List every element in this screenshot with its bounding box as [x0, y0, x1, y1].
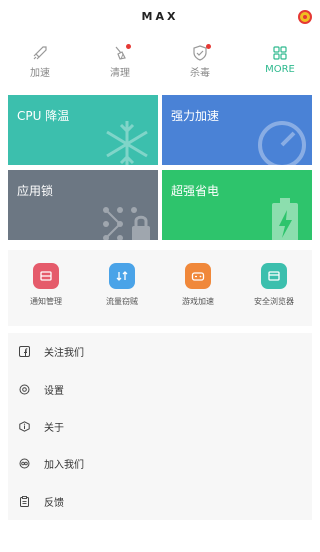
tile-label: CPU 降温	[17, 109, 70, 123]
settings-menu: 关注我们 设置 关于 加入我们 反馈	[8, 333, 312, 520]
tab-label: 杀毒	[190, 68, 210, 79]
power-saver-tile[interactable]: 超强省电	[162, 170, 312, 240]
tab-label: 清理	[110, 68, 130, 79]
menu-item-label: 关注我们	[44, 348, 84, 360]
notification-icon	[33, 263, 59, 289]
game-boost-button[interactable]: 游戏加速	[160, 250, 236, 326]
grid-icon	[273, 46, 287, 60]
tab-more[interactable]: MORE	[240, 44, 320, 82]
tile-label: 超强省电	[171, 184, 220, 198]
tab-label: 加速	[30, 68, 50, 79]
feedback-icon	[18, 495, 30, 507]
tool-label: 安全浏览器	[254, 297, 294, 306]
menu-item-label: 设置	[44, 385, 64, 397]
notification-manager-button[interactable]: 通知管理	[8, 250, 84, 326]
cpu-cooler-tile[interactable]: CPU 降温	[8, 95, 158, 165]
snowflake-icon	[106, 121, 148, 165]
tile-label: 应用锁	[17, 184, 54, 198]
traffic-thief-button[interactable]: 流量窃贼	[84, 250, 160, 326]
facebook-icon	[18, 346, 30, 358]
tab-clean[interactable]: 清理	[80, 44, 160, 82]
tab-antivirus[interactable]: 杀毒	[160, 44, 240, 82]
menu-item-label: 反馈	[44, 497, 64, 509]
app-logo: MAX	[141, 10, 179, 23]
app-lock-tile[interactable]: 应用锁	[8, 170, 158, 240]
tab-bar: 加速 清理 杀毒 MORE	[0, 44, 320, 82]
tile-label: 强力加速	[171, 109, 220, 123]
settings-icon	[18, 383, 30, 395]
tools-row: 通知管理 流量窃贼 游戏加速 安全浏览器	[8, 250, 312, 326]
notification-dot	[126, 44, 131, 49]
menu-item-follow-us[interactable]: 关注我们	[8, 333, 312, 370]
tool-label: 流量窃贼	[106, 297, 138, 306]
join-icon	[18, 458, 30, 470]
battery-charging-icon	[272, 198, 298, 240]
tool-label: 游戏加速	[182, 297, 214, 306]
top-bar: MAX	[0, 0, 320, 36]
browser-icon	[261, 263, 287, 289]
notification-dot	[206, 44, 211, 49]
info-icon	[18, 420, 30, 432]
tab-boost[interactable]: 加速	[0, 44, 80, 82]
menu-item-about[interactable]: 关于	[8, 408, 312, 445]
gamepad-icon	[185, 263, 211, 289]
rocket-icon	[33, 46, 47, 60]
tool-label: 通知管理	[30, 297, 62, 306]
menu-item-feedback[interactable]: 反馈	[8, 483, 312, 520]
menu-item-label: 加入我们	[44, 460, 84, 472]
menu-item-settings[interactable]: 设置	[8, 370, 312, 407]
traffic-icon	[109, 263, 135, 289]
power-boost-tile[interactable]: 强力加速	[162, 95, 312, 165]
safe-browser-button[interactable]: 安全浏览器	[236, 250, 312, 326]
speedometer-icon	[258, 121, 306, 165]
menu-item-join-us[interactable]: 加入我们	[8, 445, 312, 482]
pattern-lock-icon	[103, 207, 150, 240]
tab-label: MORE	[265, 64, 295, 75]
menu-item-label: 关于	[44, 422, 64, 434]
target-icon[interactable]	[298, 10, 312, 24]
